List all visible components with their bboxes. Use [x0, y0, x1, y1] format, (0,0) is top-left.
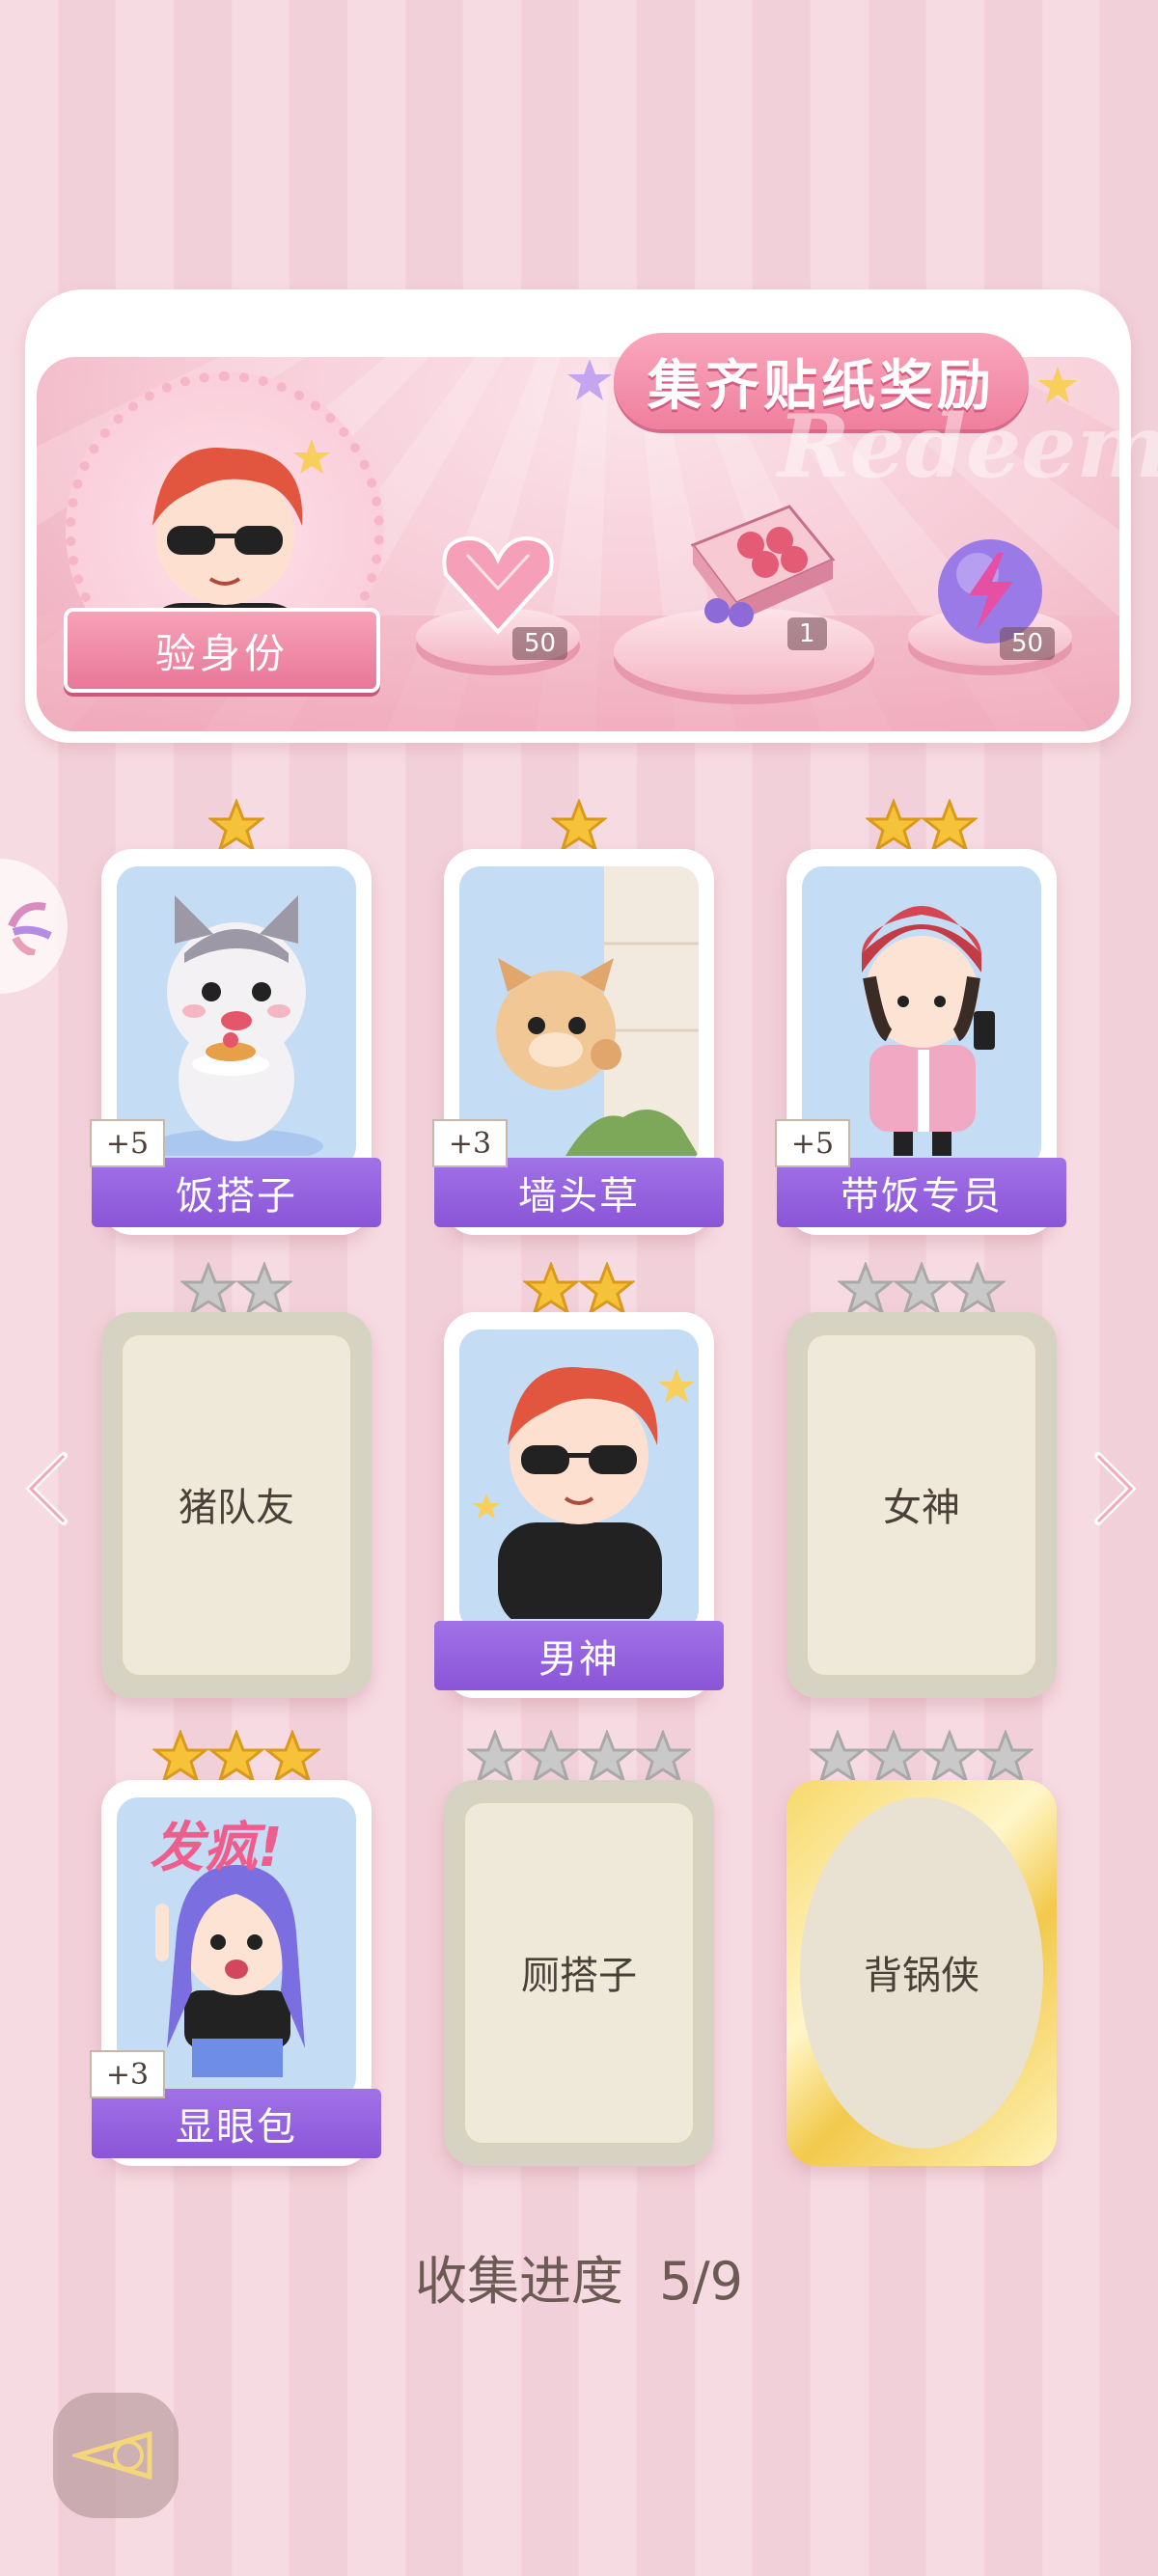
- card-name: 猪队友: [179, 1486, 294, 1530]
- prev-page-button[interactable]: [23, 1447, 71, 1548]
- back-button[interactable]: [53, 2393, 179, 2518]
- grey-star-icon: [236, 1262, 292, 1316]
- gold-star-icon: [579, 1262, 635, 1316]
- gold-star-icon: [208, 799, 264, 853]
- gold-star-icon: [264, 1730, 320, 1784]
- sticker-card[interactable]: 女神: [786, 1262, 1057, 1698]
- bonus-badge: +3: [432, 1119, 508, 1167]
- card-name: 背锅侠: [864, 1954, 979, 1998]
- progress-value: 5/9: [659, 2251, 744, 2312]
- back-arrow-icon: [72, 2430, 152, 2480]
- collection-progress: 收集进度 5/9: [0, 2238, 1158, 2315]
- fan-icon: [8, 902, 52, 955]
- verify-identity-button[interactable]: 验身份: [64, 608, 380, 693]
- star-rating: [786, 799, 1057, 855]
- gold-star-icon: [208, 1730, 264, 1784]
- chevron-left-icon: [25, 1452, 68, 1525]
- bonus-badge: +3: [90, 2050, 165, 2098]
- grey-star-icon: [922, 1730, 978, 1784]
- gift-box-icon[interactable]: [674, 487, 838, 632]
- card-name: 女神: [883, 1486, 960, 1530]
- star-rating: [786, 1730, 1057, 1786]
- grey-star-icon: [523, 1730, 579, 1784]
- sticker-card[interactable]: 厕搭子: [444, 1730, 714, 2166]
- sticker-card[interactable]: 背锅侠: [786, 1730, 1057, 2166]
- gold-star-icon: [152, 1730, 208, 1784]
- sticker-card[interactable]: 饭搭子 +5: [90, 799, 381, 1235]
- star-rating: [101, 1262, 372, 1318]
- bonus-badge: +5: [90, 1119, 165, 1167]
- chevron-right-icon: [1094, 1452, 1137, 1525]
- boy-sunglasses-icon: [459, 1329, 699, 1631]
- redeem-watermark: Redeem: [778, 396, 1158, 498]
- pink-heart-gem-icon[interactable]: [438, 531, 558, 637]
- sticker-card[interactable]: 墙头草 +3: [432, 799, 724, 1235]
- star-rating: [101, 1730, 372, 1786]
- grey-star-icon: [838, 1262, 894, 1316]
- progress-label: 收集进度: [414, 2251, 623, 2312]
- card-name: 厕搭子: [521, 1954, 637, 1998]
- reward-banner: 集齐贴纸奖励 Redeem 验身份 50 1 50: [25, 289, 1158, 743]
- star-rating: [101, 799, 372, 855]
- sticker-card[interactable]: 猪队友: [101, 1262, 372, 1698]
- gold-star-icon: [922, 799, 978, 853]
- grey-star-icon: [810, 1730, 866, 1784]
- sticker-card[interactable]: 带饭专员 +5: [775, 799, 1066, 1235]
- reward-count: 50: [1000, 627, 1056, 660]
- grey-star-icon: [635, 1730, 691, 1784]
- purple-star-icon: [567, 359, 612, 400]
- card-name: 男神: [434, 1621, 724, 1690]
- grey-star-icon: [950, 1262, 1006, 1316]
- bonus-badge: +5: [775, 1119, 850, 1167]
- reward-count: 50: [512, 627, 568, 660]
- star-rating: [444, 799, 714, 855]
- star-rating: [444, 1262, 714, 1318]
- card-name: 显眼包: [92, 2089, 381, 2158]
- picture-caption: 发疯!: [150, 1817, 283, 1879]
- star-rating: [786, 1262, 1057, 1318]
- grey-star-icon: [467, 1730, 523, 1784]
- grey-star-icon: [866, 1730, 922, 1784]
- gold-star-icon: [866, 799, 922, 853]
- grey-star-icon: [978, 1730, 1034, 1784]
- card-name: 墙头草: [434, 1158, 724, 1227]
- grey-star-icon: [579, 1730, 635, 1784]
- reward-count: 1: [787, 617, 827, 650]
- gold-star-icon: [551, 799, 607, 853]
- grey-star-icon: [894, 1262, 950, 1316]
- card-name: 饭搭子: [92, 1158, 381, 1227]
- side-menu-button[interactable]: [0, 859, 68, 994]
- gold-star-icon: [523, 1262, 579, 1316]
- star-rating: [444, 1730, 714, 1786]
- next-page-button[interactable]: [1090, 1447, 1139, 1548]
- grey-star-icon: [180, 1262, 236, 1316]
- sticker-card[interactable]: 发疯! 显眼包 +3: [90, 1730, 381, 2166]
- sticker-card[interactable]: 男神: [434, 1262, 724, 1698]
- card-name: 带饭专员: [777, 1158, 1066, 1227]
